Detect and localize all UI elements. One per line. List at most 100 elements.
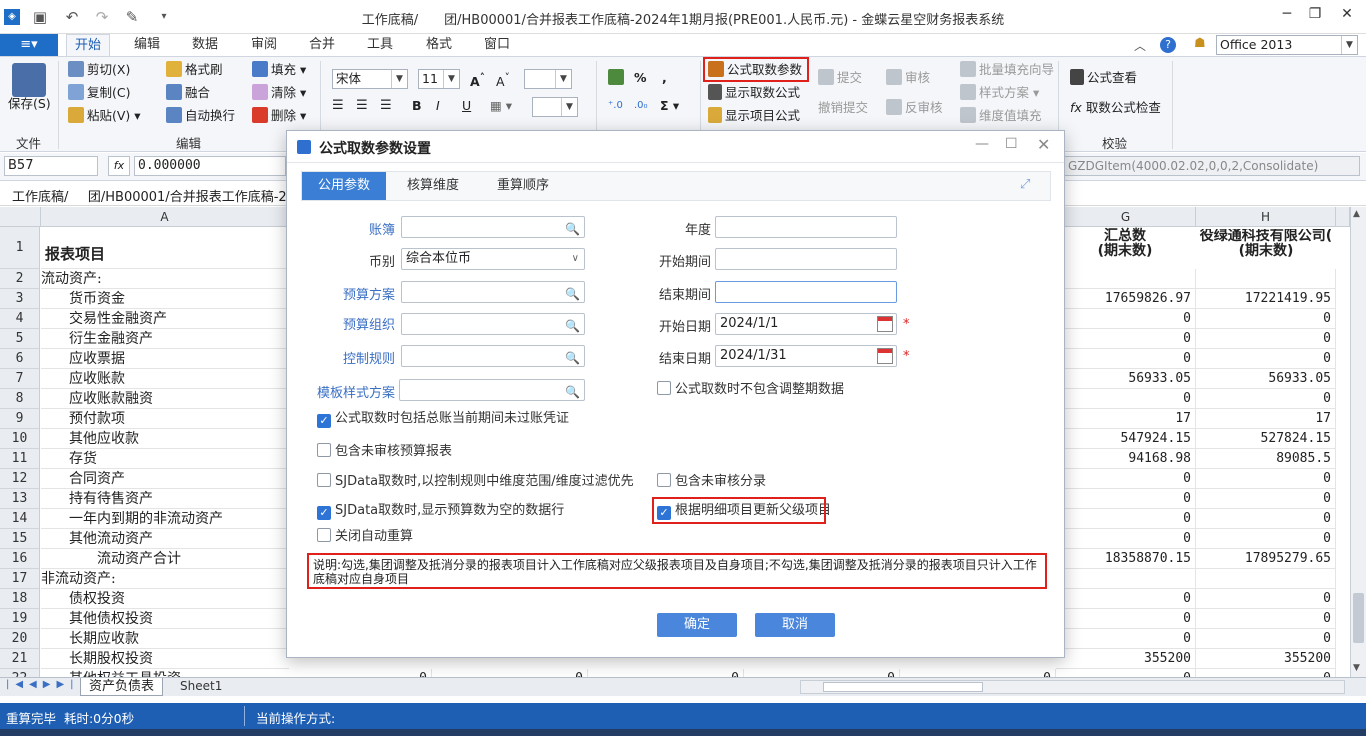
cell-subsidiary[interactable]: 17221419.95 bbox=[1196, 289, 1336, 309]
cell-total[interactable]: 0 bbox=[1056, 609, 1196, 629]
save-button[interactable]: 保存(S) bbox=[8, 95, 51, 113]
cell-total[interactable]: 0 bbox=[1056, 309, 1196, 329]
search-icon[interactable]: 🔍 bbox=[565, 284, 580, 304]
cell-subsidiary[interactable]: 0 bbox=[1196, 489, 1336, 509]
show-fetch-formula-button[interactable]: 显示取数公式 bbox=[708, 84, 800, 102]
cell-report-item[interactable]: 长期股权投资 bbox=[41, 649, 289, 669]
font-select[interactable]: 宋体 ▼ bbox=[332, 69, 408, 89]
close-auto-recalc-checkbox[interactable]: 关闭自动重算 bbox=[317, 528, 413, 545]
increase-decimal-icon[interactable]: ⁺.0 bbox=[608, 97, 623, 115]
include-unreviewed-entry-checkbox[interactable]: 包含未审核分录 bbox=[657, 473, 766, 490]
search-icon[interactable]: 🔍 bbox=[565, 316, 580, 336]
template-style-input[interactable]: 🔍 bbox=[399, 379, 585, 401]
merge-button[interactable]: 融合 bbox=[166, 84, 210, 102]
cell-subsidiary[interactable]: 0 bbox=[1196, 669, 1336, 677]
vertical-scrollbar[interactable]: ▲ ▼ bbox=[1350, 207, 1366, 677]
style-scheme-button[interactable]: 样式方案 ▾ bbox=[960, 84, 1039, 102]
cell-subsidiary[interactable]: 0 bbox=[1196, 529, 1336, 549]
cell-subsidiary[interactable] bbox=[1196, 569, 1336, 589]
theme-select[interactable]: Office 2013 ▼ bbox=[1216, 35, 1358, 55]
cell-subsidiary[interactable]: 0 bbox=[1196, 509, 1336, 529]
tab-consolidate[interactable]: 合并 bbox=[301, 34, 343, 56]
cell-total[interactable]: 0 bbox=[1056, 509, 1196, 529]
scroll-down-icon[interactable]: ▼ bbox=[1353, 663, 1360, 673]
tab-recalc-order[interactable]: 重算顺序 bbox=[478, 172, 568, 200]
budget-scheme-input[interactable]: 🔍 bbox=[401, 281, 585, 303]
cell-value[interactable]: 0 bbox=[588, 669, 744, 677]
percent-button[interactable]: % bbox=[634, 69, 647, 87]
fill-button[interactable]: 填充 ▾ bbox=[252, 61, 306, 79]
cut-button[interactable]: 剪切(X) bbox=[68, 61, 130, 79]
search-icon[interactable]: 🔍 bbox=[565, 219, 580, 239]
align-left-icon[interactable]: ☰ bbox=[332, 97, 344, 115]
tab-data[interactable]: 数据 bbox=[184, 34, 226, 56]
cell-total[interactable] bbox=[1056, 569, 1196, 589]
cell-subsidiary[interactable]: 527824.15 bbox=[1196, 429, 1336, 449]
control-rule-input[interactable]: 🔍 bbox=[401, 345, 585, 367]
row-header[interactable]: 5 bbox=[0, 329, 40, 349]
row-header[interactable]: 4 bbox=[0, 309, 40, 329]
cell-report-item[interactable]: 非流动资产: bbox=[41, 569, 289, 589]
row-header[interactable]: 14 bbox=[0, 509, 40, 529]
start-date-input[interactable]: 2024/1/1 bbox=[715, 313, 897, 335]
tab-common-params[interactable]: 公用参数 bbox=[302, 172, 386, 200]
clear-button[interactable]: 清除 ▾ bbox=[252, 84, 306, 102]
cell-report-item[interactable]: 存货 bbox=[41, 449, 289, 469]
submit-button[interactable]: 提交 bbox=[818, 69, 862, 87]
row-header[interactable]: 2 bbox=[0, 269, 40, 289]
fetch-check-button[interactable]: fx 取数公式检查 bbox=[1070, 99, 1161, 117]
row-header[interactable]: 17 bbox=[0, 569, 40, 589]
cell-subsidiary[interactable]: 0 bbox=[1196, 309, 1336, 329]
cell-report-item[interactable]: 其他流动资产 bbox=[41, 529, 289, 549]
cell-report-item[interactable]: 长期应收款 bbox=[41, 629, 289, 649]
cell-report-item[interactable]: 货币资金 bbox=[41, 289, 289, 309]
bold-icon[interactable]: B bbox=[412, 97, 422, 115]
cell-total[interactable]: 0 bbox=[1056, 629, 1196, 649]
wrap-button[interactable]: 自动换行 bbox=[166, 107, 235, 125]
cell-total[interactable]: 0 bbox=[1056, 389, 1196, 409]
vertical-scroll-thumb[interactable] bbox=[1353, 593, 1364, 643]
cell-report-item[interactable]: 持有待售资产 bbox=[41, 489, 289, 509]
budget-org-input[interactable]: 🔍 bbox=[401, 313, 585, 335]
cell-value[interactable]: 0 bbox=[289, 669, 432, 677]
book-input[interactable]: 🔍 bbox=[401, 216, 585, 238]
cell-subsidiary[interactable]: 0 bbox=[1196, 329, 1336, 349]
cell-reference[interactable]: B57 bbox=[4, 156, 98, 176]
tab-review[interactable]: 审阅 bbox=[243, 34, 285, 56]
formula-view-button[interactable]: 公式查看 bbox=[1070, 69, 1137, 87]
cell-total[interactable]: 547924.15 bbox=[1056, 429, 1196, 449]
formula-input[interactable]: 0.000000 bbox=[134, 156, 286, 176]
cell-subsidiary[interactable]: 56933.05 bbox=[1196, 369, 1336, 389]
row-header[interactable]: 9 bbox=[0, 409, 40, 429]
cell-subsidiary[interactable]: 17 bbox=[1196, 409, 1336, 429]
cell-report-item[interactable]: 一年内到期的非流动资产 bbox=[41, 509, 289, 529]
cell-total[interactable]: 0 bbox=[1056, 329, 1196, 349]
cell-total[interactable]: 17 bbox=[1056, 409, 1196, 429]
include-unreviewed-budget-checkbox[interactable]: 包含未审核预算报表 bbox=[317, 443, 452, 460]
dim-fill-button[interactable]: 维度值填充 bbox=[960, 107, 1042, 125]
restore-icon[interactable]: ❐ bbox=[1302, 6, 1328, 28]
row-header[interactable]: 20 bbox=[0, 629, 40, 649]
search-icon[interactable]: 🔍 bbox=[565, 382, 580, 402]
cell-report-item[interactable]: 合同资产 bbox=[41, 469, 289, 489]
tab-tools[interactable]: 工具 bbox=[359, 34, 401, 56]
sum-button[interactable]: Σ ▾ bbox=[660, 97, 679, 115]
cell-subsidiary[interactable]: 0 bbox=[1196, 589, 1336, 609]
horizontal-scrollbar[interactable] bbox=[800, 680, 1345, 694]
tab-format[interactable]: 格式 bbox=[418, 34, 460, 56]
row-header[interactable]: 16 bbox=[0, 549, 40, 569]
row-header[interactable]: 22 bbox=[0, 669, 40, 677]
unreview-button[interactable]: 反审核 bbox=[886, 99, 943, 117]
tab-window[interactable]: 窗口 bbox=[476, 34, 518, 56]
cell-report-item[interactable]: 交易性金融资产 bbox=[41, 309, 289, 329]
cell-subsidiary[interactable] bbox=[1196, 269, 1336, 289]
cell-subsidiary[interactable]: 0 bbox=[1196, 389, 1336, 409]
cell-report-item[interactable]: 其他权益工具投资 bbox=[41, 669, 289, 677]
sjdata-filter-checkbox[interactable]: SJData取数时,以控制规则中维度范围/维度过滤优先 bbox=[317, 473, 634, 490]
dialog-close-icon[interactable]: ✕ bbox=[1037, 135, 1050, 154]
cell-total[interactable]: 0 bbox=[1056, 489, 1196, 509]
tab-start[interactable]: 开始 bbox=[66, 34, 111, 56]
row-header[interactable]: 10 bbox=[0, 429, 40, 449]
grow-font-icon[interactable]: A˄ bbox=[470, 69, 485, 91]
row-header[interactable]: 8 bbox=[0, 389, 40, 409]
